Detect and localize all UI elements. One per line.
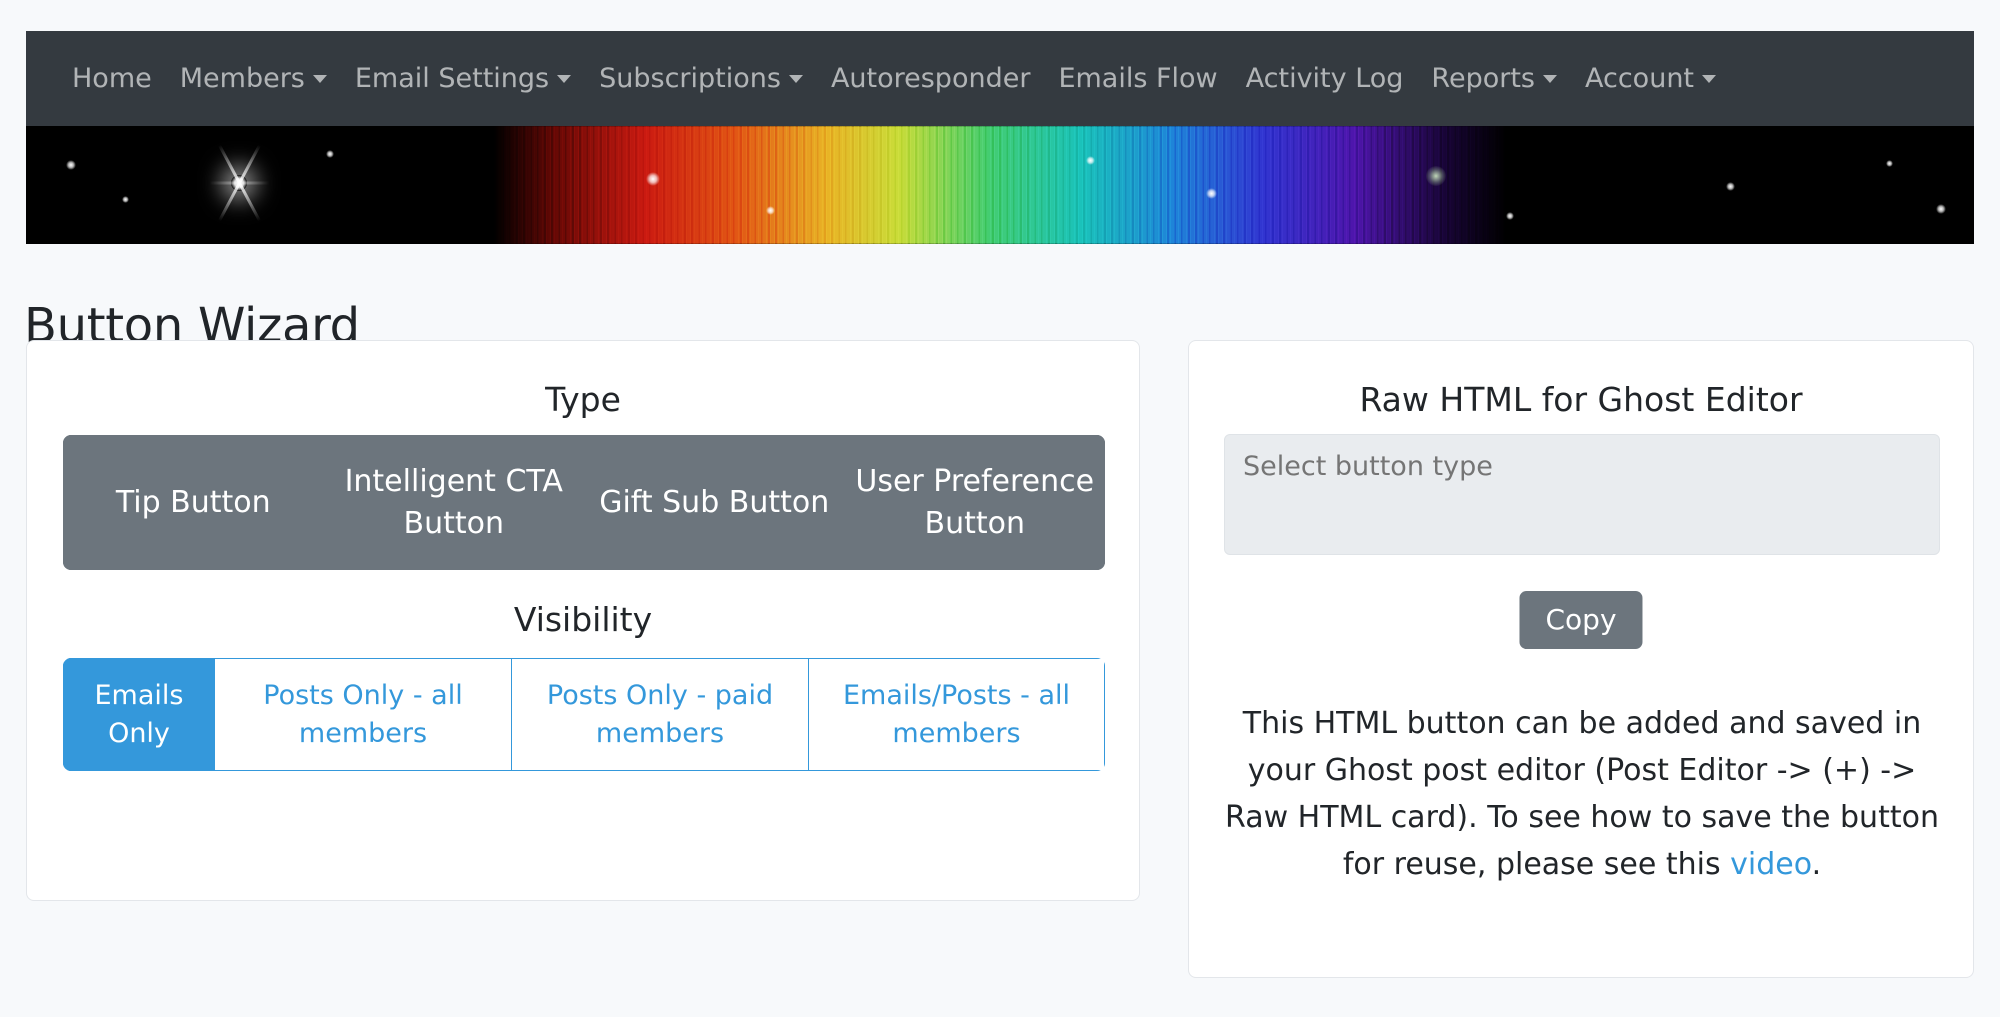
site-banner-image bbox=[26, 126, 1974, 244]
chevron-down-icon bbox=[312, 74, 327, 83]
nav-item-reports[interactable]: Reports bbox=[1431, 65, 1557, 92]
raw-html-heading: Raw HTML for Ghost Editor bbox=[1359, 380, 1803, 419]
nav-item-emails-flow[interactable]: Emails Flow bbox=[1058, 65, 1217, 92]
app-page: Home Members Email Settings Subscription… bbox=[0, 0, 2000, 1017]
chevron-down-icon bbox=[788, 74, 803, 83]
visibility-button-posts-only-all-members[interactable]: Posts Only - all members bbox=[215, 658, 512, 771]
nav-item-label: Activity Log bbox=[1245, 63, 1404, 94]
star-icon bbox=[1086, 156, 1095, 165]
type-button-user-preference[interactable]: User Preference Button bbox=[844, 435, 1105, 570]
nav-item-autoresponder[interactable]: Autoresponder bbox=[831, 65, 1031, 92]
type-button-intelligent-cta[interactable]: Intelligent CTA Button bbox=[323, 435, 584, 570]
nav-item-label: Emails Flow bbox=[1058, 63, 1218, 94]
nav-item-subscriptions[interactable]: Subscriptions bbox=[599, 65, 803, 92]
nav-item-label: Subscriptions bbox=[599, 63, 781, 94]
star-icon bbox=[1206, 188, 1217, 199]
chevron-down-icon bbox=[557, 74, 572, 83]
button-config-card: Type Tip Button Intelligent CTA Button G… bbox=[26, 340, 1140, 901]
nav-item-label: Home bbox=[72, 63, 152, 94]
star-icon bbox=[766, 206, 775, 215]
type-section-heading: Type bbox=[545, 380, 621, 419]
chevron-down-icon bbox=[1543, 74, 1557, 83]
visibility-button-posts-only-paid-members[interactable]: Posts Only - paid members bbox=[512, 658, 809, 771]
visibility-button-group: Emails Only Posts Only - all members Pos… bbox=[63, 658, 1105, 771]
visibility-button-emails-only[interactable]: Emails Only bbox=[63, 658, 215, 771]
help-text-before: This HTML button can be added and saved … bbox=[1225, 706, 1939, 883]
star-icon bbox=[1506, 212, 1514, 220]
star-icon bbox=[1886, 160, 1893, 167]
type-button-gift-sub[interactable]: Gift Sub Button bbox=[584, 435, 845, 570]
visibility-button-emails-posts-all-members[interactable]: Emails/Posts - all members bbox=[809, 658, 1105, 771]
star-icon bbox=[326, 150, 334, 158]
chevron-down-icon bbox=[1702, 74, 1717, 83]
nav-item-account[interactable]: Account bbox=[1585, 63, 1717, 94]
nav-item-label: Account bbox=[1585, 63, 1695, 94]
nav-item-home[interactable]: Home bbox=[72, 65, 152, 92]
star-icon bbox=[122, 196, 129, 203]
star-icon bbox=[1726, 182, 1735, 191]
nav-item-label: Autoresponder bbox=[830, 63, 1031, 94]
star-icon bbox=[1936, 204, 1946, 214]
help-text-after: . bbox=[1811, 847, 1822, 883]
video-link[interactable]: video bbox=[1730, 847, 1811, 882]
star-icon bbox=[66, 160, 76, 170]
nav-item-email-settings[interactable]: Email Settings bbox=[354, 63, 572, 94]
copy-button[interactable]: Copy bbox=[1519, 591, 1643, 649]
help-text: This HTML button can be added and saved … bbox=[1225, 700, 1939, 888]
bright-star-icon bbox=[196, 140, 282, 226]
nav-item-activity-log[interactable]: Activity Log bbox=[1246, 65, 1404, 92]
raw-html-output-card: Raw HTML for Ghost Editor Copy This HTML… bbox=[1188, 340, 1974, 978]
nav-item-label: Members bbox=[179, 63, 305, 94]
main-navbar: Home Members Email Settings Subscription… bbox=[26, 31, 1974, 126]
raw-html-output-textarea[interactable] bbox=[1224, 434, 1940, 555]
star-icon bbox=[1426, 166, 1446, 186]
visibility-section-heading: Visibility bbox=[513, 600, 653, 639]
type-button-group: Tip Button Intelligent CTA Button Gift S… bbox=[63, 435, 1105, 570]
star-icon bbox=[646, 172, 660, 186]
type-button-tip[interactable]: Tip Button bbox=[63, 435, 324, 570]
nav-item-label: Email Settings bbox=[354, 63, 550, 94]
nav-item-members[interactable]: Members bbox=[180, 65, 327, 92]
banner-star-field bbox=[26, 126, 1974, 244]
nav-item-label: Reports bbox=[1431, 63, 1535, 94]
